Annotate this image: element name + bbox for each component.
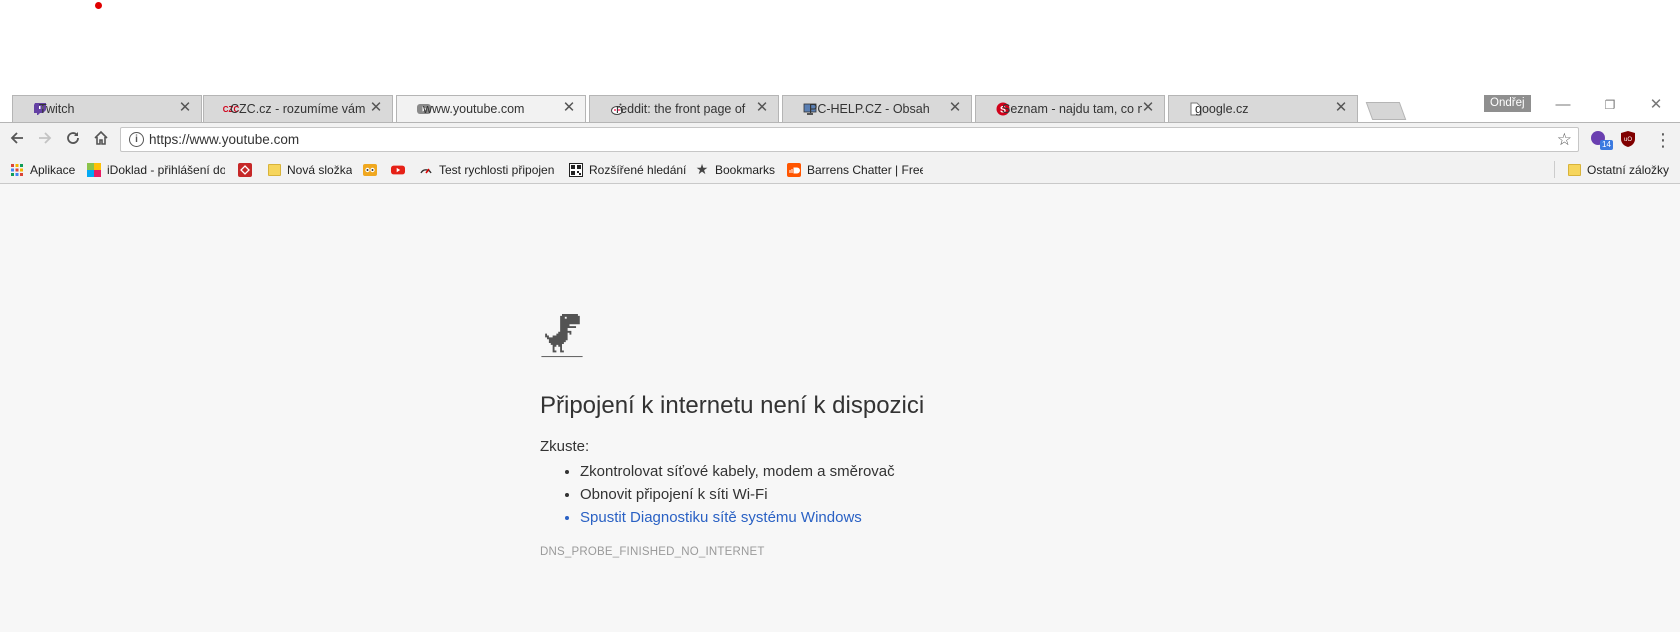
red-diamond-icon — [238, 162, 252, 177]
menu-icon[interactable]: ⋮ — [1654, 128, 1672, 152]
bookmark-label: Rozšířené hledání — [589, 162, 687, 177]
url-text: https://www.youtube.com — [149, 132, 300, 147]
idoklad-icon — [87, 162, 101, 177]
suggestion-item: Zkontrolovat síťové kabely, modem a směr… — [580, 460, 895, 483]
new-tab-button[interactable] — [1365, 102, 1407, 120]
reload-icon[interactable] — [61, 128, 85, 152]
suggestion-item: Obnovit připojení k síti Wi-Fi — [580, 483, 895, 506]
network-diagnostics-link[interactable]: Spustit Diagnostiku sítě systému Windows — [580, 506, 895, 529]
tab-google[interactable]: google.cz ✕ — [1168, 95, 1358, 122]
tab-title: google.cz — [1195, 102, 1249, 116]
extension-badge: 14 — [1600, 140, 1613, 150]
suggestion-list: Zkontrolovat síťové kabely, modem a směr… — [540, 460, 895, 529]
tab-strip: Twitch ✕ CZC CZC.cz - rozumíme vám ✕ www… — [0, 90, 1680, 122]
tab-title: CZC.cz - rozumíme vám — [230, 102, 366, 116]
red-dot — [95, 2, 102, 9]
bookmark-label: Nová složka — [287, 162, 353, 177]
bookmark-other[interactable]: Ostatní záložky — [1554, 161, 1669, 178]
bookmark-youtube[interactable] — [391, 161, 411, 178]
bookmark-apps[interactable]: Aplikace — [10, 161, 75, 178]
tab-title: Twitch — [39, 102, 75, 116]
toolbar: i https://www.youtube.com ☆ 14 uO ⋮ — [0, 122, 1680, 156]
bookmarks-bar: Aplikace iDoklad - přihlášení do Nová sl… — [0, 156, 1680, 184]
restore-icon[interactable]: ❐ — [1588, 94, 1632, 116]
bookmark-owl[interactable] — [363, 161, 383, 178]
owl-icon — [363, 163, 377, 177]
tab-pc-help[interactable]: PC-HELP.CZ - Obsah ✕ — [782, 95, 972, 122]
info-icon[interactable]: i — [129, 132, 144, 147]
bookmark-star-icon[interactable]: ☆ — [1557, 129, 1572, 151]
tab-reddit[interactable]: reddit: the front page of ✕ — [589, 95, 779, 122]
svg-text:uO: uO — [1624, 137, 1632, 143]
bookmark-red-diamond[interactable] — [238, 161, 258, 178]
back-icon[interactable] — [5, 128, 29, 152]
bookmark-nova-slozka[interactable]: Nová složka — [267, 161, 352, 178]
apps-grid-icon — [10, 163, 24, 177]
tab-title: Seznam - najdu tam, co n — [1002, 102, 1142, 116]
error-page: Připojení k internetu není k dispozici Z… — [0, 184, 1680, 632]
home-icon[interactable] — [89, 128, 113, 152]
bookmark-barrens-chatter[interactable]: Barrens Chatter | Free — [787, 161, 923, 178]
address-bar[interactable]: i https://www.youtube.com ☆ — [120, 127, 1579, 152]
ublock-icon[interactable]: uO — [1620, 130, 1638, 148]
extension-profile-icon[interactable]: 14 — [1590, 130, 1613, 150]
close-tab-icon[interactable]: ✕ — [1140, 100, 1156, 116]
speedtest-icon — [419, 163, 433, 177]
star-icon: ★ — [695, 161, 709, 177]
qr-icon — [569, 162, 583, 177]
close-window-icon[interactable]: ✕ — [1634, 94, 1678, 116]
profile-button[interactable]: Ondřej — [1484, 95, 1531, 112]
tab-title: reddit: the front page of — [616, 102, 746, 116]
bookmark-idoklad[interactable]: iDoklad - přihlášení do — [87, 161, 225, 178]
minimize-icon[interactable]: — — [1541, 94, 1585, 116]
tab-seznam[interactable]: S Seznam - najdu tam, co n ✕ — [975, 95, 1165, 122]
forward-icon[interactable] — [33, 128, 57, 152]
bookmark-label: Barrens Chatter | Free — [807, 162, 923, 177]
bookmark-label: Test rychlosti připojen — [439, 162, 555, 177]
bookmark-label: iDoklad - přihlášení do — [107, 162, 225, 177]
tab-title: www.youtube.com — [423, 102, 525, 116]
tab-twitch[interactable]: Twitch ✕ — [12, 95, 202, 122]
tab-czc[interactable]: CZC CZC.cz - rozumíme vám ✕ — [203, 95, 393, 122]
try-label: Zkuste: — [540, 438, 590, 455]
bookmark-label: Aplikace — [30, 162, 76, 177]
bookmark-rozsirene-hledani[interactable]: Rozšířené hledání — [569, 161, 686, 178]
youtube-icon — [391, 163, 405, 177]
bookmark-label: Ostatní záložky — [1587, 162, 1670, 177]
dino-icon — [541, 314, 583, 358]
close-tab-icon[interactable]: ✕ — [561, 100, 577, 116]
bookmark-bookmarks[interactable]: ★ Bookmarks — [695, 161, 775, 178]
error-title: Připojení k internetu není k dispozici — [540, 392, 925, 419]
bookmark-label: Bookmarks — [715, 162, 776, 177]
tab-title: PC-HELP.CZ - Obsah — [809, 102, 930, 116]
bookmark-speedtest[interactable]: Test rychlosti připojen — [419, 161, 555, 178]
close-tab-icon[interactable]: ✕ — [1333, 100, 1349, 116]
close-tab-icon[interactable]: ✕ — [177, 100, 193, 116]
close-tab-icon[interactable]: ✕ — [368, 100, 384, 116]
error-code: DNS_PROBE_FINISHED_NO_INTERNET — [540, 546, 765, 558]
folder-icon — [267, 163, 281, 177]
tab-youtube[interactable]: www.youtube.com ✕ — [396, 95, 586, 122]
soundcloud-icon — [787, 162, 801, 177]
close-tab-icon[interactable]: ✕ — [947, 100, 963, 116]
close-tab-icon[interactable]: ✕ — [754, 100, 770, 116]
folder-icon — [1567, 163, 1581, 177]
